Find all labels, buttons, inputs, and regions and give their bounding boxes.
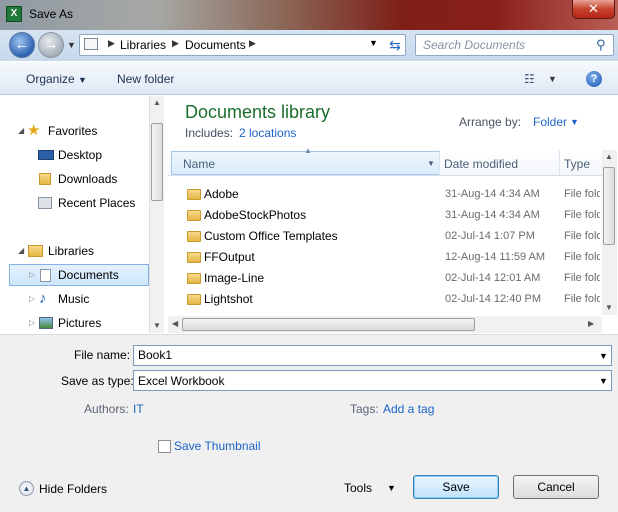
save-thumbnail-label[interactable]: Save Thumbnail [174,439,261,453]
column-header-type[interactable]: Type [564,157,590,171]
chevron-up-icon[interactable]: ▲ [19,481,34,496]
column-name-label: Name [183,157,216,171]
tags-label: Tags: [350,402,379,416]
locations-link[interactable]: 2 locations [239,126,296,140]
nav-item-pictures[interactable]: ▷ Pictures [9,312,149,333]
organize-button[interactable]: Organize ▼ [26,72,87,86]
file-row[interactable]: AdobeStockPhotos 31-Aug-14 4:34 AM File … [180,205,600,226]
libraries-folder-icon [84,38,98,50]
folder-icon [187,252,201,263]
nav-item-desktop[interactable]: Desktop [9,144,149,166]
nav-scrollbar[interactable]: ▲ ▼ [149,96,164,333]
nav-item-recent-places[interactable]: Recent Places [9,192,149,214]
scroll-right-icon[interactable]: ▶ [588,319,594,328]
tools-dropdown-icon[interactable]: ▼ [387,483,396,493]
folder-icon [187,210,201,221]
title-bar [0,0,618,30]
nav-scroll-thumb[interactable] [151,123,163,201]
expand-arrow-icon[interactable]: ▷ [29,264,35,286]
downloads-folder-icon [39,173,51,185]
nav-item-music[interactable]: ▷ ♪ Music [9,288,149,310]
music-icon: ♪ [39,290,47,307]
expand-arrow-icon[interactable]: ▷ [29,312,35,333]
tools-button[interactable]: Tools [344,481,372,495]
scroll-left-icon[interactable]: ◀ [172,319,178,328]
libraries-icon [28,245,43,257]
file-row[interactable]: Custom Office Templates 02-Jul-14 1:07 P… [180,226,600,247]
file-name-dropdown-icon[interactable]: ▼ [599,351,608,361]
file-row[interactable]: Adobe 31-Aug-14 4:34 AM File folder [180,184,600,205]
back-button[interactable]: ← [9,32,35,58]
chevron-right-icon[interactable]: ▶ [172,38,179,49]
chevron-right-icon[interactable]: ▶ [108,38,115,49]
file-list-hscroll-thumb[interactable] [182,318,475,331]
column-header-date[interactable]: Date modified [444,157,518,171]
navigation-pane: ◢ ★ Favorites Desktop Downloads Recent P… [9,96,149,333]
file-row[interactable]: Lightshot 02-Jul-14 12:40 PM File folder [180,289,600,310]
search-icon[interactable]: ⚲ [596,37,606,53]
save-as-type-label: Save as type: [61,374,134,388]
arrange-by-dropdown[interactable]: Folder [533,115,567,129]
scroll-up-icon[interactable]: ▲ [605,152,613,161]
file-name-label: File name: [74,348,131,362]
star-icon: ★ [27,122,41,139]
recent-places-icon [38,197,52,209]
breadcrumb-documents[interactable]: Documents [185,38,246,52]
view-dropdown-icon[interactable]: ▼ [548,74,557,84]
forward-button[interactable]: → [38,32,64,58]
authors-label: Authors: [84,402,129,416]
cancel-button[interactable]: Cancel [513,475,599,499]
scroll-down-icon[interactable]: ▼ [605,303,613,312]
window-title: Save As [29,7,74,21]
chevron-right-icon[interactable]: ▶ [249,38,256,49]
file-list-vscroll-thumb[interactable] [603,167,615,245]
help-icon[interactable]: ? [586,71,602,87]
excel-icon: X [6,6,22,22]
column-filter-icon[interactable]: ▼ [427,159,435,168]
arrange-dropdown-icon[interactable]: ▼ [570,117,579,127]
save-thumbnail-checkbox[interactable] [158,440,171,453]
close-button[interactable]: ✕ [572,0,615,19]
sort-ascending-icon: ▲ [304,146,312,155]
tags-field[interactable]: Add a tag [383,402,434,416]
column-divider[interactable] [439,150,440,176]
folder-icon [187,294,201,305]
breadcrumb-libraries[interactable]: Libraries [120,38,166,52]
column-divider[interactable] [559,150,560,176]
folder-icon [187,273,201,284]
refresh-icon[interactable]: ⇆ [385,35,405,55]
desktop-icon [38,150,54,160]
includes-label: Includes: [185,126,234,140]
arrange-by-label: Arrange by: [459,115,522,129]
save-as-type-dropdown-icon[interactable]: ▼ [599,376,608,386]
file-row[interactable]: FFOutput 12-Aug-14 11:59 AM File folder [180,247,600,268]
expand-arrow-icon[interactable]: ◢ [18,120,24,142]
folder-icon [187,231,201,242]
scroll-up-icon[interactable]: ▲ [153,98,161,107]
recent-pages-dropdown-icon[interactable]: ▼ [67,40,76,50]
nav-item-documents[interactable]: ▷ Documents [9,264,149,286]
file-name-field[interactable] [133,345,612,366]
folder-icon [187,189,201,200]
file-name-value[interactable]: Book1 [138,348,172,362]
library-title: Documents library [185,102,331,122]
address-dropdown-icon[interactable]: ▼ [369,38,378,48]
nav-libraries[interactable]: ◢ Libraries [9,240,149,262]
new-folder-button[interactable]: New folder [117,72,174,86]
hide-folders-button[interactable]: Hide Folders [39,482,107,496]
scroll-down-icon[interactable]: ▼ [153,321,161,330]
save-as-type-value[interactable]: Excel Workbook [138,374,224,388]
documents-icon [40,269,51,282]
expand-arrow-icon[interactable]: ◢ [18,240,24,262]
pictures-icon [39,317,53,329]
search-placeholder: Search Documents [423,38,526,52]
nav-favorites[interactable]: ◢ ★ Favorites [9,120,149,142]
view-options-icon[interactable]: ☷ [524,72,535,86]
save-button[interactable]: Save [413,475,499,499]
authors-value[interactable]: IT [133,402,144,416]
file-row[interactable]: Image-Line 02-Jul-14 12:01 AM File folde… [180,268,600,289]
expand-arrow-icon[interactable]: ▷ [29,288,35,310]
nav-item-downloads[interactable]: Downloads [9,168,149,190]
